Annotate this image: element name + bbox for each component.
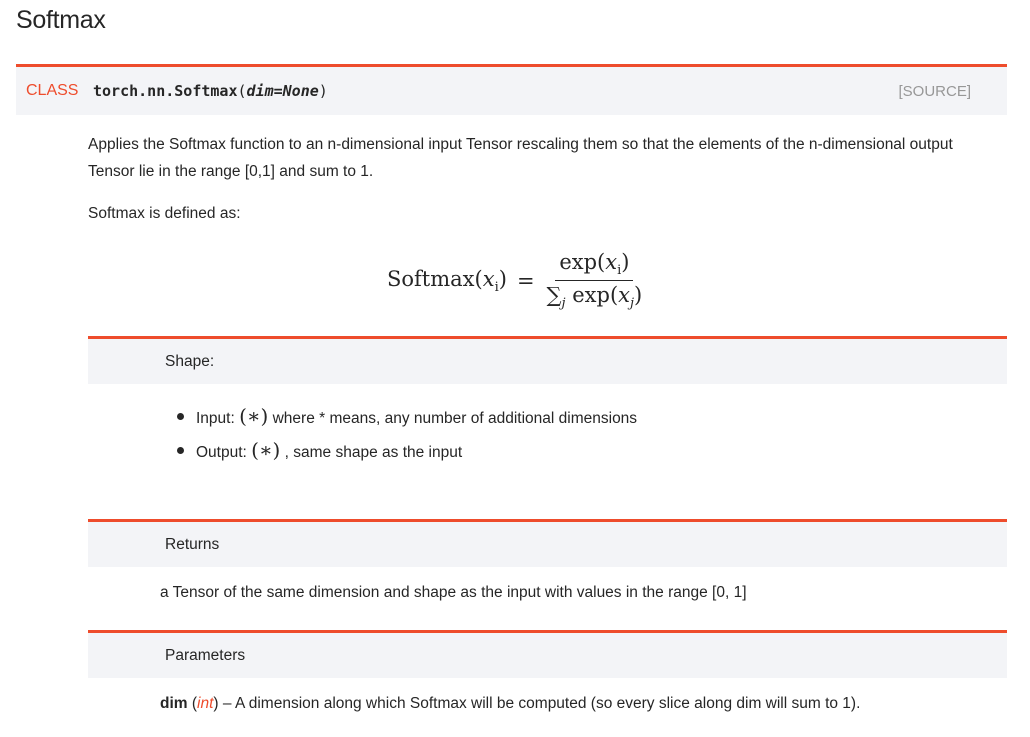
formula-fraction: exp(xi) ∑j exp(xj) (547, 250, 643, 311)
formula-equals: = (516, 268, 535, 293)
denominator-var: x (618, 283, 631, 308)
formula-lhs-var: x (482, 266, 495, 291)
sum-symbol: ∑ (546, 283, 562, 308)
close-paren: ) (318, 82, 328, 100)
formula-lhs-func: Softmax( (387, 266, 483, 291)
class-signature: CLASS torch.nn.Softmax(dim=None) [SOURCE… (16, 64, 1007, 115)
shape-item-output: Output: (∗) , same shape as the input (176, 438, 637, 472)
formula-lhs-close: ) (498, 266, 507, 291)
shape-item-text: where * means, any number of additional … (268, 410, 638, 427)
numerator-func: exp( (559, 250, 606, 274)
shape-header-label: Shape: (165, 353, 215, 370)
source-link[interactable]: [SOURCE] (898, 83, 971, 100)
denominator-close: ) (634, 283, 643, 308)
class-name-signature: torch.nn.Softmax(dim=None) (93, 82, 328, 100)
definition-intro: Softmax is defined as: (88, 205, 241, 222)
denominator-func: exp( (565, 283, 619, 308)
shape-list: Input: (∗) where * means, any number of … (176, 404, 638, 472)
signature-param: dim=None (246, 82, 319, 100)
returns-text: a Tensor of the same dimension and shape… (160, 584, 747, 601)
shape-item-input: Input: (∗) where * means, any number of … (176, 404, 638, 438)
page-title: Softmax (16, 6, 106, 34)
returns-header-label: Returns (165, 536, 220, 553)
returns-section-header: Returns (88, 519, 1007, 567)
shape-item-label: Input: (196, 410, 240, 427)
param-type-link[interactable]: int (197, 695, 213, 712)
parameters-header-label: Parameters (165, 647, 246, 664)
formula-numerator: exp(xi) (555, 250, 634, 282)
description-paragraph: Applies the Softmax function to an n-dim… (88, 136, 953, 180)
formula-lhs: Softmax(xi) (387, 267, 507, 295)
shape-item-label: Output: (196, 444, 252, 461)
open-paren: ( (237, 82, 247, 100)
class-keyword: CLASS (26, 82, 79, 99)
softmax-formula: Softmax(xi) = exp(xi) ∑j exp(xj) (387, 250, 642, 311)
numerator-var: x (605, 250, 618, 274)
shape-item-math: (∗) (251, 438, 281, 462)
formula-denominator: ∑j exp(xj) (547, 281, 643, 311)
parameter-dim: dim (int) – A dimension along which Soft… (160, 695, 860, 713)
parameters-section-header: Parameters (88, 630, 1007, 678)
numerator-close: ) (621, 250, 630, 274)
shape-item-text: , same shape as the input (280, 444, 463, 461)
param-description: – A dimension along which Softmax will b… (218, 695, 861, 712)
shape-section-header: Shape: (88, 336, 1007, 384)
param-open-paren: ( (187, 695, 198, 712)
param-name: dim (160, 695, 188, 712)
shape-item-math: (∗) (239, 404, 269, 428)
class-name: torch.nn.Softmax (93, 82, 238, 100)
